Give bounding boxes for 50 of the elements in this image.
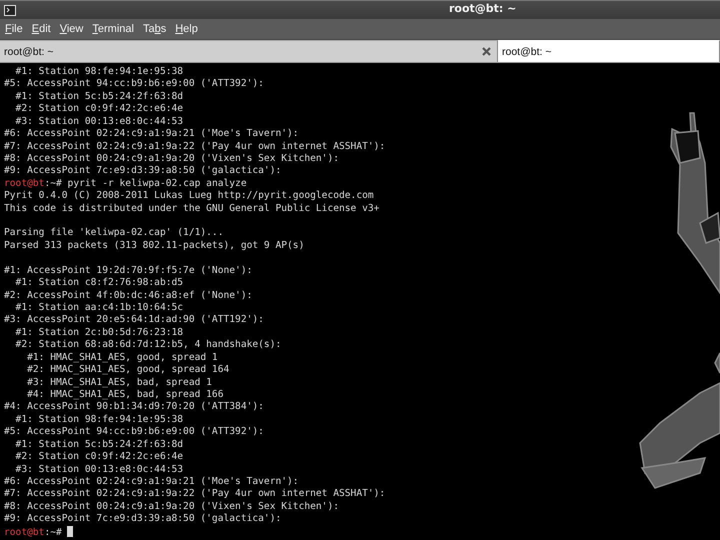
output-line: #2: AccessPoint 4f:0b:dc:46:a8:ef ('None'): [4,290,252,301]
output-line: #2: Station 68:a8:6d:7d:12:b5, 4 handshake(s): [14,339,282,350]
output-line: Pyrit 0.4.0 (C) 2008-2011 Lukas Lueg http://pyrit.googlecode.com [4,190,374,202]
terminal-icon [4,4,16,16]
terminal-tab[interactable]: root@bt: ~ [0,40,498,62]
output-line: #9: AccessPoint 7c:e9:d3:39:a8:50 ('galactica'): [4,165,282,176]
output-line: #1: Station 5c:b5:24:2f:63:8d [14,90,184,102]
output-line: #3: AccessPoint 20:e5:64:1d:ad:90 ('ATT192'): [4,314,264,326]
output-line: #2: HMAC_SHA1_AES, good, spread 164 [26,364,230,376]
menu-item[interactable]: Help [175,22,198,36]
menu-item[interactable]: Edit [32,22,51,36]
output-line: #8: AccessPoint 00:24:c9:a1:9a:20 ('Vixen's Sex Kitchen'): [4,152,340,164]
prompt-path: :~# [44,526,62,538]
menu-item[interactable]: File [5,22,23,36]
terminal-tab[interactable]: root@bt: ~ [498,40,720,62]
output-line: #1: Station aa:c4:1b:10:64:5c [14,302,184,314]
output-line: #1: AccessPoint 19:2d:70:9f:f5:7e ('None'): [4,264,252,276]
output-line: #5: AccessPoint 94:cc:b9:b6:e9:00 ('ATT392'): [4,426,264,438]
output-line: Parsing file 'keliwpa-02.cap' (1/1)... [4,227,224,238]
output-line: #6: AccessPoint 02:24:c9:a1:9a:21 ('Moe's Tavern'): [4,128,299,140]
menu-item[interactable]: Tabs [142,22,166,36]
output-line: #2: Station c0:9f:42:2c:e6:4e [14,451,184,462]
output-line: #2: Station c0:9f:42:2c:e6:4e [14,103,184,114]
output-line: Parsed 313 packets (313 802.11-packets), got 9 AP(s) [4,240,304,251]
output-line: #1: Station 5c:b5:24:2f:63:8d [14,438,184,450]
output-line: #1: Station 2c:b0:5d:76:23:18 [14,326,184,338]
output-line: #3: HMAC_SHA1_AES, bad, spread 1 [26,376,212,388]
output-line: #1: Station 98:fe:94:1e:95:38 [14,66,184,77]
output-line: #8: AccessPoint 00:24:c9:a1:9a:20 ('Vixen's Sex Kitchen'): [4,500,340,512]
output-line: #1: Station 98:fe:94:1e:95:38 [14,414,184,425]
output-line: #3: Station 00:13:e8:0c:44:53 [14,464,184,474]
output-line: #7: AccessPoint 02:24:c9:a1:9a:22 ('Pay 4ur own internet ASSHAT'): [4,488,386,500]
prompt-path: :~# [44,178,62,189]
output-line: This code is distributed under the GNU General Public License v3+ [4,202,380,214]
output-line: #3: Station 00:13:e8:0c:44:53 [14,116,184,127]
output-line: #4: AccessPoint 90:b1:34:d9:70:20 ('ATT384'): [4,401,264,412]
menu-item[interactable]: View [60,22,84,36]
output-line: #1: HMAC_SHA1_AES, good, spread 1 [26,352,218,363]
window-title: root@bt: ~ [449,2,516,15]
prompt-user: root@bt [4,526,44,538]
output-line: #6: AccessPoint 02:24:c9:a1:9a:21 ('Moe's Tavern'): [4,476,299,487]
prompt-user: root@bt [4,178,44,189]
output-line: #9: AccessPoint 7c:e9:d3:39:a8:50 ('galactica'): [4,513,282,524]
output-line: #5: AccessPoint 94:cc:b9:b6:e9:00 ('ATT392'): [4,78,264,90]
output-line: #4: HMAC_SHA1_AES, bad, spread 166 [26,388,224,400]
command-text: pyrit -r keliwpa-02.cap analyze [66,178,247,189]
output-line: #7: AccessPoint 02:24:c9:a1:9a:22 ('Pay 4ur own internet ASSHAT'): [4,140,386,152]
output-line: #1: Station c8:f2:76:98:ab:d5 [14,277,184,288]
menu-item[interactable]: Terminal [92,22,134,36]
close-icon[interactable] [482,47,491,56]
